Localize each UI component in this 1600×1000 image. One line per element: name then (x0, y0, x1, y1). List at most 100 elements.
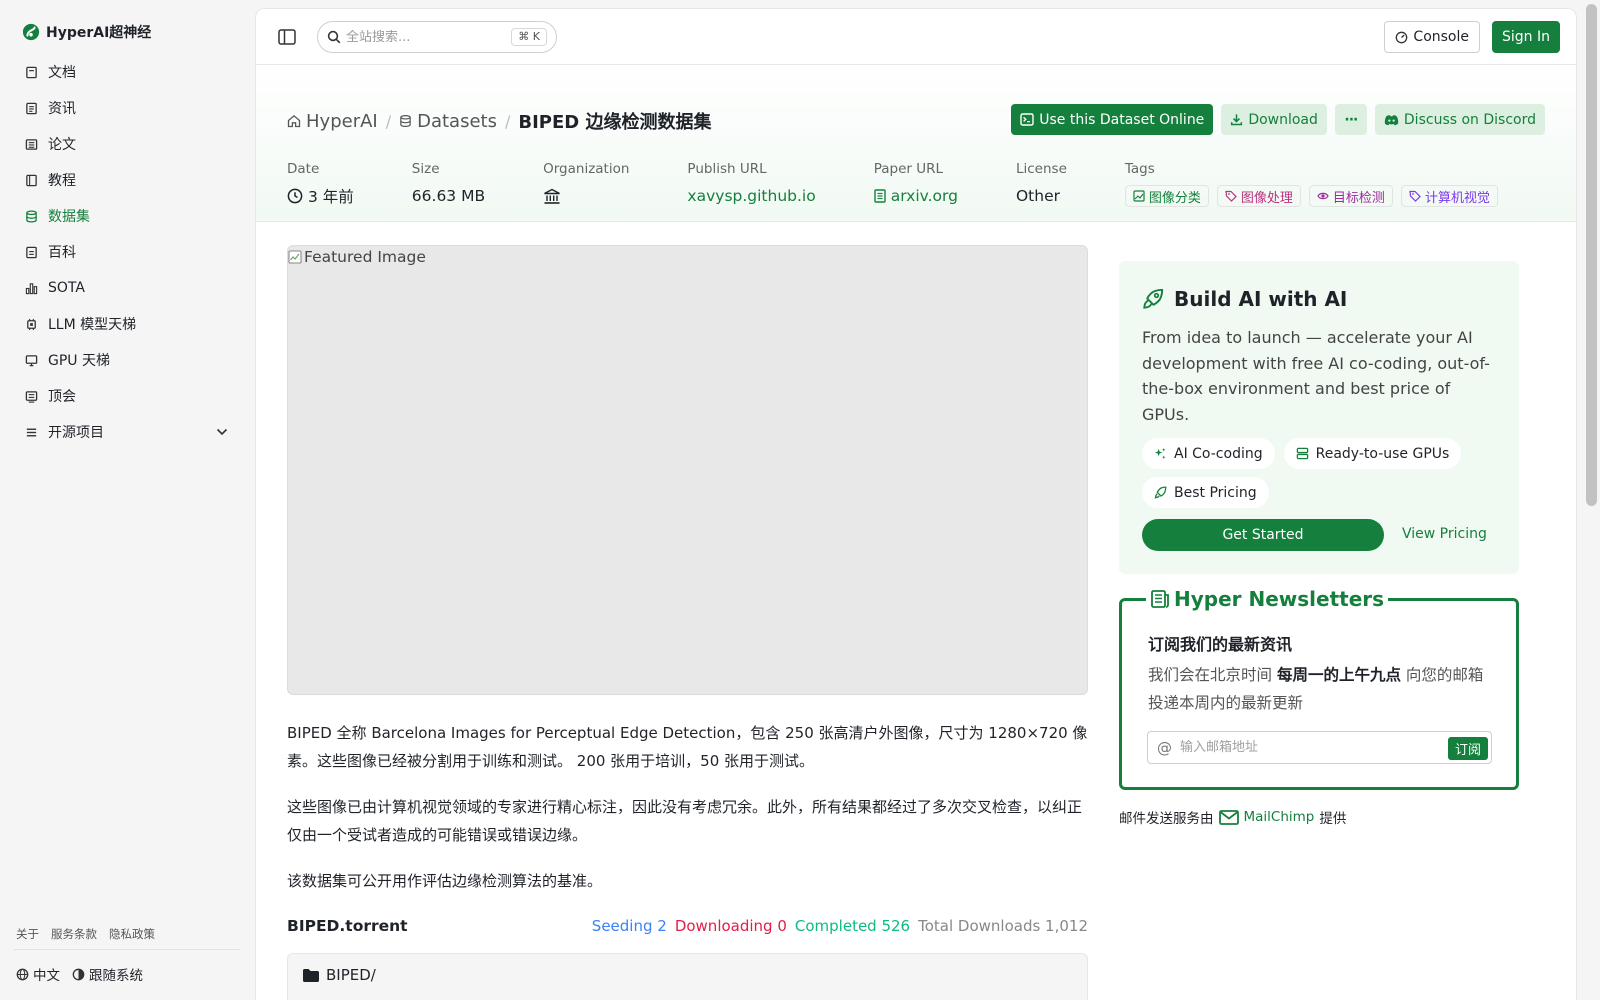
publish-url-link[interactable]: xavysp.github.io (687, 185, 815, 207)
chevron-down-icon[interactable] (216, 424, 228, 440)
dataset-meta: Date 3 年前 Size 66.63 MB Organization Pub… (287, 161, 1498, 207)
sidebar-item-label: 文档 (48, 65, 76, 81)
tutorial-icon (24, 173, 38, 187)
tag-list: 图像分类 图像处理 目标检测 计算机视觉 (1124, 185, 1498, 207)
terms-link[interactable]: 服务条款 (51, 926, 97, 942)
sign-in-button[interactable]: Sign In (1492, 21, 1560, 53)
console-button[interactable]: Console (1384, 21, 1480, 53)
dataset-header: HyperAI / Datasets / BIPED 边缘检测数据集 Use t… (256, 66, 1576, 222)
sidebar-item-label: 开源项目 (48, 425, 104, 441)
sidebar-toggle-icon[interactable] (278, 29, 296, 45)
sidebar-footer-links: 关于 服务条款 隐私政策 (16, 926, 155, 942)
sidebar-item-gpu-ranking[interactable]: GPU 天梯 (14, 342, 242, 378)
paper-url-text: arxiv.org (890, 187, 958, 205)
breadcrumb-separator: / (385, 111, 392, 131)
home-icon (287, 114, 301, 128)
sidebar-item-label: SOTA (48, 280, 85, 296)
folder-item[interactable]: BIPED/ (302, 966, 376, 984)
tag-image-classification[interactable]: 图像分类 (1124, 185, 1209, 207)
server-icon (1296, 447, 1308, 460)
sidebar-item-llm-ranking[interactable]: LLM 模型天梯 (14, 306, 242, 342)
featured-image-alt: Featured Image (288, 248, 426, 266)
torrent-stats: Seeding 2 Downloading 0 Completed 526 To… (592, 917, 1088, 935)
sidebar-item-sota[interactable]: SOTA (14, 270, 242, 306)
database-icon (24, 209, 38, 223)
meta-publish-label: Publish URL (687, 161, 767, 177)
description-paragraph-3: 该数据集可公开用作评估边缘检测算法的基准。 (287, 872, 603, 890)
theme-switch[interactable]: 跟随系统 (72, 964, 143, 984)
paper-icon (24, 137, 38, 151)
clock-icon (287, 188, 303, 204)
theme-label: 跟随系统 (89, 968, 143, 984)
sidebar-item-papers[interactable]: 论文 (14, 126, 242, 162)
mailchimp-link[interactable]: MailChimp (1218, 809, 1315, 825)
rocket-icon (1143, 288, 1164, 309)
page-title: BIPED 边缘检测数据集 (518, 112, 712, 133)
meta-size-label: Size (411, 161, 440, 177)
discord-button[interactable]: Discuss on Discord (1374, 104, 1545, 135)
terminal-icon (1020, 113, 1034, 126)
search-input[interactable] (346, 29, 516, 45)
feature-chips: AI Co-coding Ready-to-use GPUs Best Pric… (1142, 438, 1502, 508)
search-box[interactable]: ⌘ K (317, 21, 557, 53)
tag-label: 图像处理 (1240, 190, 1293, 206)
breadcrumb-home[interactable]: HyperAI (287, 111, 378, 132)
meta-tags-label: Tags (1124, 161, 1155, 177)
chip-ai-co-coding: AI Co-coding (1142, 438, 1275, 469)
newsletter-form: @ 订阅 (1147, 731, 1492, 764)
language-switch[interactable]: 中文 (16, 964, 60, 984)
sidebar-nav: 文档 资讯 论文 教程 数据集 百科 SOTA LLM 模型天梯 GPU 天梯 … (14, 54, 242, 450)
chip-label: AI Co-coding (1174, 445, 1263, 462)
sidebar-item-tutorials[interactable]: 教程 (14, 162, 242, 198)
torrent-name[interactable]: BIPED.torrent (287, 917, 408, 935)
tag-label: 计算机视觉 (1424, 190, 1490, 206)
chip-label: Best Pricing (1174, 484, 1257, 501)
featured-alt-text: Featured Image (304, 248, 426, 266)
breadcrumb-datasets[interactable]: Datasets (399, 111, 497, 132)
sparkle-icon (1154, 447, 1166, 460)
about-link[interactable]: 关于 (16, 926, 39, 942)
tag-image-processing[interactable]: 图像处理 (1216, 185, 1301, 207)
sidebar-item-open-source[interactable]: 开源项目 (14, 414, 242, 450)
sidebar-item-news[interactable]: 资讯 (14, 90, 242, 126)
tag-label: 目标检测 (1332, 190, 1385, 206)
more-options-button[interactable]: ··· (1334, 104, 1367, 135)
sidebar-item-label: 数据集 (48, 209, 90, 225)
subscribe-button[interactable]: 订阅 (1447, 737, 1488, 760)
use-dataset-online-label: Use this Dataset Online (1039, 111, 1205, 128)
tag-computer-vision[interactable]: 计算机视觉 (1400, 185, 1498, 207)
email-field[interactable] (1180, 740, 1440, 755)
paper-url-link[interactable]: arxiv.org (874, 185, 958, 207)
sidebar-bottom: 中文 跟随系统 (16, 964, 143, 984)
sidebar-item-wiki[interactable]: 百科 (14, 234, 242, 270)
downloading-count: Downloading 0 (674, 917, 787, 935)
torrent-header: BIPED.torrent Seeding 2 Downloading 0 Co… (287, 917, 1088, 935)
get-started-button[interactable]: Get Started (1142, 519, 1384, 551)
view-pricing-link[interactable]: View Pricing (1402, 526, 1487, 542)
scrollbar-thumb[interactable] (1586, 4, 1597, 506)
globe-icon (16, 968, 29, 980)
newsletter-title-text: Hyper Newsletters (1174, 587, 1385, 611)
newsletter-desc-bold: 每周一的上午九点 (1276, 666, 1401, 684)
sidebar-item-docs[interactable]: 文档 (14, 54, 242, 90)
use-dataset-online-button[interactable]: Use this Dataset Online (1011, 104, 1214, 135)
meta-paper-url: Paper URL arxiv.org (874, 161, 958, 207)
mailchimp-label: MailChimp (1243, 809, 1315, 825)
privacy-link[interactable]: 隐私政策 (109, 926, 155, 942)
download-button[interactable]: Download (1221, 104, 1327, 135)
conference-icon (24, 389, 38, 403)
build-ai-text: From idea to launch — accelerate your AI… (1142, 328, 1490, 424)
image-icon (1133, 190, 1145, 202)
sidebar-item-datasets[interactable]: 数据集 (14, 198, 242, 234)
breadcrumb: HyperAI / Datasets / BIPED 边缘检测数据集 (287, 108, 712, 134)
tag-icon (1225, 190, 1237, 202)
description-paragraph-2: 这些图像已由计算机视觉领域的专家进行精心标注，因此没有考虑冗余。此外，所有结果都… (287, 798, 1083, 844)
folder-name: BIPED/ (326, 966, 376, 984)
sidebar-item-conferences[interactable]: 顶会 (14, 378, 242, 414)
brand[interactable]: HyperAI超神经 (22, 22, 151, 42)
sidebar-item-label: GPU 天梯 (48, 353, 110, 369)
meta-org-value (543, 185, 629, 207)
tag-object-detection[interactable]: 目标检测 (1308, 185, 1393, 207)
search-icon (327, 30, 341, 44)
mail-provider-note: 邮件发送服务由 MailChimp 提供 (1119, 807, 1346, 827)
